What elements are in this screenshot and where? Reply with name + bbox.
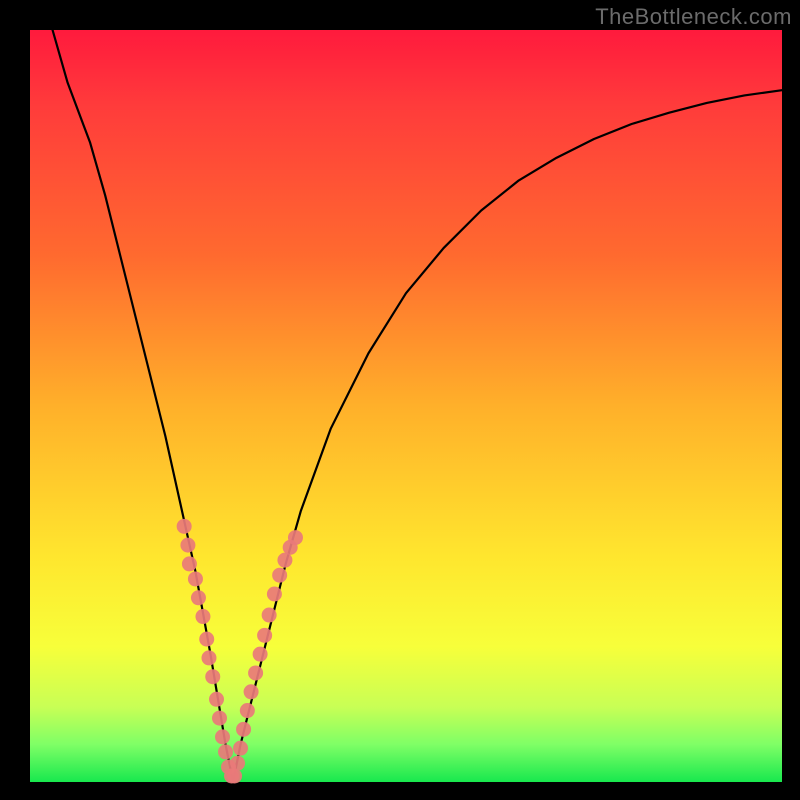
data-point — [227, 768, 242, 783]
data-point — [236, 722, 251, 737]
data-point — [262, 608, 277, 623]
chart-svg — [30, 30, 782, 782]
data-point — [288, 530, 303, 545]
data-point — [277, 553, 292, 568]
data-point — [201, 650, 216, 665]
data-point — [188, 571, 203, 586]
data-points-left — [177, 519, 239, 784]
data-point — [244, 684, 259, 699]
data-point — [215, 729, 230, 744]
data-point — [272, 568, 287, 583]
data-point — [180, 538, 195, 553]
data-point — [209, 692, 224, 707]
watermark-text: TheBottleneck.com — [595, 4, 792, 30]
data-point — [240, 703, 255, 718]
data-point — [191, 590, 206, 605]
data-point — [199, 632, 214, 647]
data-point — [205, 669, 220, 684]
data-point — [195, 609, 210, 624]
data-points-right — [227, 530, 303, 783]
data-point — [230, 756, 245, 771]
bottleneck-curve — [53, 30, 782, 782]
data-point — [212, 711, 227, 726]
plot-area — [30, 30, 782, 782]
data-point — [253, 647, 268, 662]
data-point — [218, 744, 233, 759]
data-point — [267, 587, 282, 602]
data-point — [257, 628, 272, 643]
data-point — [248, 665, 263, 680]
data-point — [233, 741, 248, 756]
data-point — [182, 556, 197, 571]
data-point — [177, 519, 192, 534]
chart-frame: TheBottleneck.com — [0, 0, 800, 800]
